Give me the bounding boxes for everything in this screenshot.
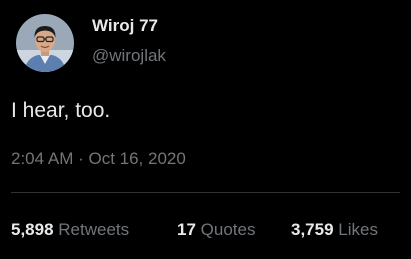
tweet-timestamp[interactable]: 2:04 AM · Oct 16, 2020 <box>11 149 186 169</box>
profile-photo-icon <box>16 14 74 72</box>
quotes-label: Quotes <box>200 220 256 239</box>
likes-count: 3,759 <box>291 220 334 239</box>
quotes-count: 17 <box>177 220 196 239</box>
quotes-stat[interactable]: 17 Quotes <box>177 220 255 240</box>
tweet-text: I hear, too. <box>11 99 111 122</box>
likes-stat[interactable]: 3,759 Likes <box>291 220 378 240</box>
author-handle[interactable]: @wirojlak <box>92 46 166 66</box>
retweets-stat[interactable]: 5,898 Retweets <box>11 220 129 240</box>
likes-label: Likes <box>338 220 378 239</box>
retweets-count: 5,898 <box>11 220 54 239</box>
divider <box>11 192 400 193</box>
author-avatar[interactable] <box>16 14 74 72</box>
retweets-label: Retweets <box>58 220 130 239</box>
author-name[interactable]: Wiroj 77 <box>92 16 158 36</box>
